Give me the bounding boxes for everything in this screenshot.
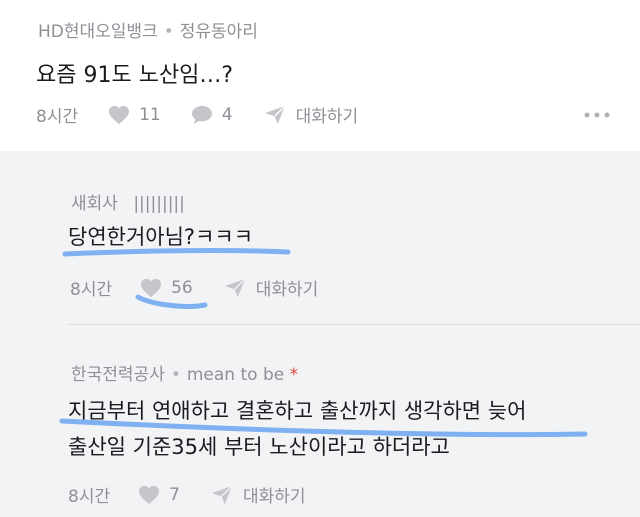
comment-text-line: 출산일 기준35세 부터 노산이라고 하더라고 bbox=[68, 435, 450, 459]
comment-divider bbox=[68, 324, 640, 325]
comment-author[interactable]: mean to be bbox=[187, 365, 284, 385]
comment-text-line: 당연한거아님?ㅋㅋㅋ bbox=[68, 225, 254, 249]
comment-text-line: 지금부터 연애하고 결혼하고 출산까지 생각하면 늦어 bbox=[68, 399, 527, 423]
comment-reply-button[interactable]: 대화하기 bbox=[223, 275, 319, 300]
paper-plane-icon bbox=[264, 104, 286, 124]
comment-time-group: 8시간 bbox=[68, 482, 110, 507]
heart-icon bbox=[141, 278, 162, 297]
post-time-group: 8시간 bbox=[36, 102, 78, 127]
post-time: 8시간 bbox=[36, 107, 79, 127]
comment-like-button[interactable]: 7 bbox=[138, 485, 180, 505]
paper-plane-icon bbox=[211, 484, 233, 504]
post-company: HD현대오일뱅크 bbox=[38, 22, 158, 42]
more-dots-icon[interactable] bbox=[584, 112, 610, 118]
comment-time: 8시간 bbox=[68, 487, 111, 507]
comment-like-button[interactable]: 56 bbox=[140, 278, 193, 298]
comment-author-line: 새회사 ||||||||| bbox=[71, 189, 185, 214]
comment-text[interactable]: 지금부터 연애하고 결혼하고 출산까지 생각하면 늦어 출산일 기준35세 부터… bbox=[68, 393, 526, 465]
comment-company: 한국전력공사 bbox=[71, 365, 165, 385]
post-author-line: HD현대오일뱅크 • 정유동아리 bbox=[38, 17, 258, 42]
reply-label: 대화하기 bbox=[295, 107, 359, 127]
post-title[interactable]: 요즘 91도 노산임…? bbox=[36, 57, 233, 89]
comment-author-line: 한국전력공사 • mean to be * bbox=[71, 360, 298, 385]
comment-reply-label: 대화하기 bbox=[255, 280, 319, 300]
comment-time: 8시간 bbox=[70, 280, 113, 300]
comment-count: 4 bbox=[221, 104, 233, 125]
heart-icon bbox=[139, 485, 160, 504]
post-actions: 8시간 11 4 대화하기 bbox=[36, 102, 388, 128]
comment-like-count: 56 bbox=[171, 277, 193, 298]
heart-icon bbox=[109, 105, 130, 124]
comment-time-group: 8시간 bbox=[70, 275, 112, 300]
reply-button[interactable]: 대화하기 bbox=[263, 102, 359, 127]
comment-reply-button[interactable]: 대화하기 bbox=[210, 482, 306, 507]
speech-bubble-icon bbox=[191, 105, 212, 124]
meta-separator: • bbox=[170, 365, 181, 385]
like-button[interactable]: 11 bbox=[108, 105, 161, 125]
author-mark: * bbox=[289, 365, 299, 385]
post-author[interactable]: 정유동아리 bbox=[180, 22, 258, 42]
comment-button[interactable]: 4 bbox=[191, 105, 233, 125]
comment-like-count: 7 bbox=[169, 484, 180, 505]
comment-actions: 8시간 56 대화하기 bbox=[70, 275, 348, 301]
comment-text[interactable]: 당연한거아님?ㅋㅋㅋ bbox=[68, 219, 253, 255]
original-post: HD현대오일뱅크 • 정유동아리 요즘 91도 노산임…? 8시간 11 4 대화하… bbox=[0, 0, 640, 151]
comment-actions: 8시간 7 대화하기 bbox=[68, 482, 336, 508]
paper-plane-icon bbox=[224, 277, 246, 297]
like-count: 11 bbox=[139, 104, 161, 125]
comment-author[interactable]: ||||||||| bbox=[133, 194, 185, 214]
comment-reply-label: 대화하기 bbox=[242, 487, 306, 507]
comment-company: 새회사 bbox=[71, 194, 118, 214]
meta-separator: • bbox=[163, 22, 174, 42]
